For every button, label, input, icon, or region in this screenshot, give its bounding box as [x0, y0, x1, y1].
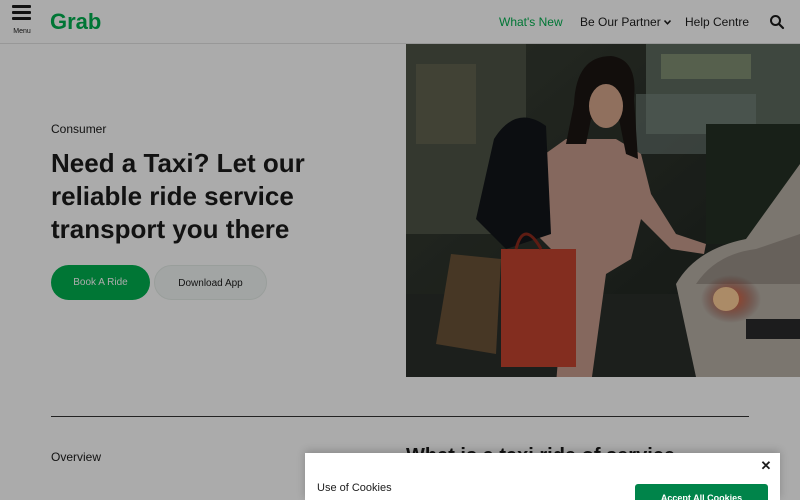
page-dim-overlay[interactable] [0, 0, 800, 500]
close-icon[interactable]: ✕ [760, 459, 772, 473]
cookie-title: Use of Cookies [317, 482, 392, 494]
cookie-banner: ✕ Use of Cookies Accept All Cookies [305, 453, 780, 500]
accept-all-cookies-button[interactable]: Accept All Cookies [635, 484, 768, 500]
